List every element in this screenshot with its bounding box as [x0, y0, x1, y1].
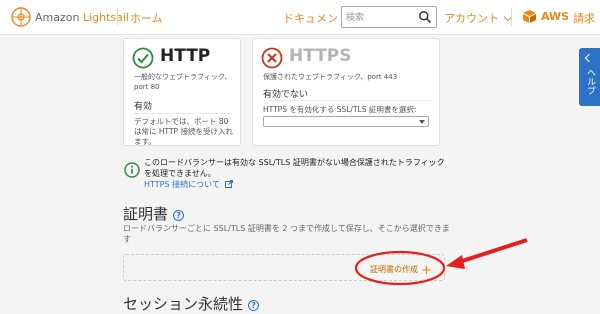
- annotation-ellipse: [354, 250, 446, 286]
- nav-aws-link[interactable]: AWS: [541, 10, 569, 23]
- account-menu[interactable]: アカウント: [444, 10, 513, 26]
- help-label: ヘルプ: [585, 68, 595, 95]
- certificates-description: ロードバランサーごとに SSL/TLS 証明書を 2 つまで作成して保存し、そこ…: [123, 224, 450, 244]
- https-status: 有効でない: [263, 90, 309, 100]
- account-label: アカウント: [444, 12, 499, 25]
- top-navigation-bar: Amazon Lightsail ホーム ドキュメント アカウント AWS 請求: [0, 0, 600, 35]
- divider: [263, 100, 431, 101]
- help-tab[interactable]: ヘルプ: [579, 48, 600, 106]
- certificates-heading: 証明書?: [123, 203, 185, 224]
- help-question-icon[interactable]: ?: [248, 300, 260, 311]
- nav-divider: [511, 8, 512, 26]
- search-input[interactable]: [346, 10, 416, 25]
- caret-down-icon: [419, 120, 425, 124]
- nav-divider: [117, 8, 118, 26]
- http-status: 有効: [134, 102, 153, 112]
- aws-box-icon[interactable]: [522, 9, 537, 24]
- info-icon: [124, 162, 140, 178]
- session-persistence-heading: セッション永続性?: [123, 293, 260, 314]
- chevron-left-icon: [584, 53, 594, 63]
- http-default-note: デフォルトでは、ポート 80 は常に HTTP 接続を受け入れます。: [134, 117, 233, 146]
- lightsail-page: Amazon Lightsail ホーム ドキュメント アカウント AWS 請求…: [0, 0, 600, 314]
- info-message: このロードバランサーは有効な SSL/TLS 証明書がない場合保護されたトラフィ…: [144, 158, 445, 178]
- help-question-icon[interactable]: ?: [173, 210, 185, 221]
- brand-name[interactable]: Amazon Lightsail: [35, 11, 129, 24]
- https-card: HTTPS 保護されたウェブトラフィック、port 443 有効でない HTTP…: [252, 38, 440, 146]
- divider: [134, 113, 232, 114]
- https-info-link-label: HTTPS 接続について: [144, 180, 220, 189]
- x-circle-icon: [261, 47, 283, 69]
- annotation-arrow-icon: [446, 238, 528, 269]
- external-link-icon: [225, 180, 234, 188]
- https-title: HTTPS: [289, 46, 352, 66]
- nav-docs-link[interactable]: ドキュメント: [283, 10, 349, 26]
- http-title: HTTP: [160, 46, 211, 66]
- http-card: HTTP 一般的なウェブトラフィック、port 80 有効 デフォルトでは、ポー…: [123, 38, 241, 146]
- lightsail-logo-icon[interactable]: [10, 6, 32, 28]
- check-circle-icon: [132, 47, 154, 69]
- search-box[interactable]: [341, 6, 437, 28]
- certificate-select[interactable]: [263, 116, 429, 127]
- https-description: 保護されたウェブトラフィック、port 443: [263, 73, 398, 81]
- nav-home-link[interactable]: ホーム: [130, 10, 163, 26]
- search-icon[interactable]: [418, 10, 432, 24]
- nav-billing-link[interactable]: 請求: [573, 10, 595, 26]
- certificate-select-label: HTTPS を有効化する SSL/TLS 証明書を選択:: [263, 105, 417, 114]
- http-description: 一般的なウェブトラフィック、port 80: [134, 73, 232, 91]
- https-info-link[interactable]: HTTPS 接続について: [144, 179, 234, 190]
